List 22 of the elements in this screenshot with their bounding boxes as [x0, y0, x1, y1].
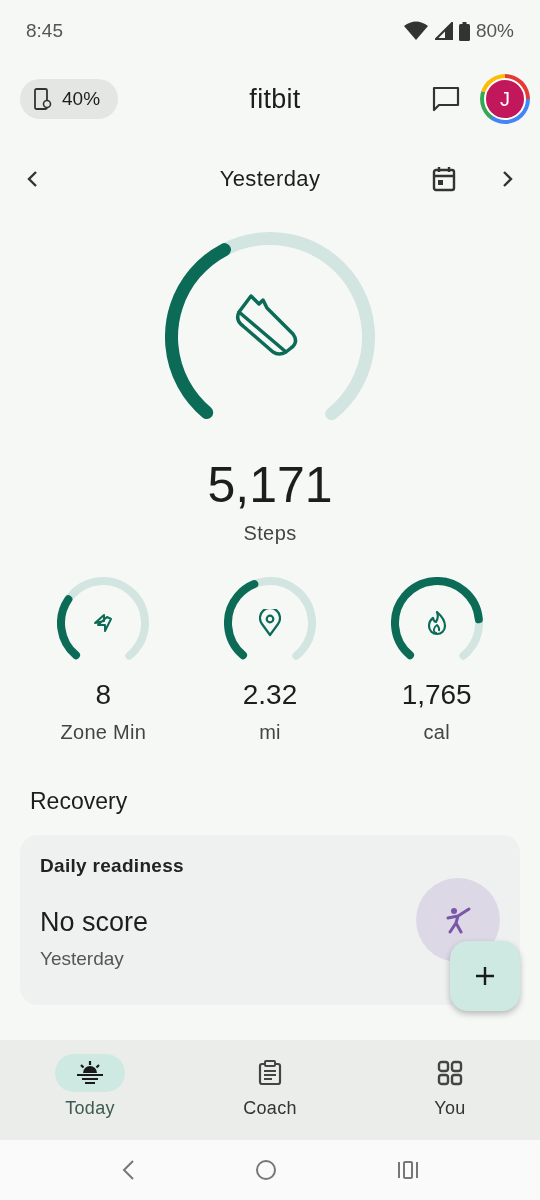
readiness-score: No score: [40, 907, 149, 938]
readiness-card[interactable]: Daily readiness No score Yesterday: [20, 835, 520, 1005]
nav-tab[interactable]: You: [360, 1040, 540, 1140]
stat-value: 1,765: [401, 679, 472, 711]
nav-tab[interactable]: Coach: [180, 1040, 360, 1140]
card-title: Daily readiness: [40, 855, 184, 877]
device-battery-chip[interactable]: 40%: [20, 79, 119, 119]
battery-percentage: 80%: [475, 20, 514, 42]
date-label: Yesterday: [219, 166, 321, 192]
stat-value: 2.32: [242, 679, 298, 711]
steps-label: Steps: [243, 522, 297, 545]
stat-value: 8: [95, 679, 112, 711]
avatar[interactable]: J: [480, 74, 530, 124]
section-heading: Recovery: [29, 788, 129, 815]
card-date: Yesterday: [40, 948, 124, 970]
stat-label: mi: [259, 721, 281, 744]
stat-label: cal: [423, 721, 450, 744]
stat-label: Zone Min: [60, 721, 147, 744]
nav-tab[interactable]: Today: [0, 1040, 180, 1140]
status-time: 8:45: [26, 20, 63, 42]
steps-count: 5,171: [207, 460, 333, 510]
app-title: fitbit: [249, 83, 301, 115]
